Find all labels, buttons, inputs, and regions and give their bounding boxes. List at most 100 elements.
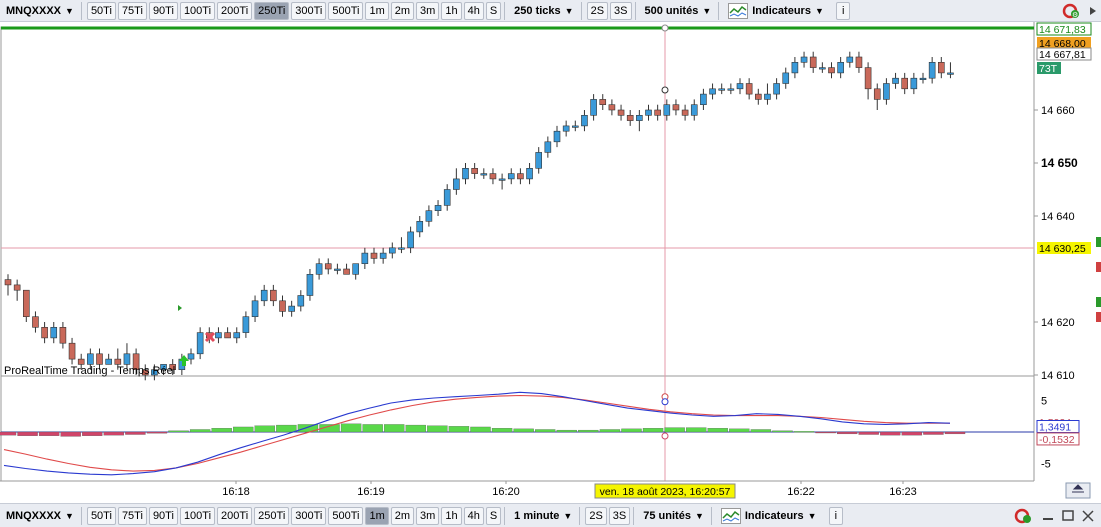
interval-bottom-4h-button[interactable]: 4h: [463, 506, 484, 525]
candle-down: [4, 279, 12, 286]
candle-up: [928, 61, 936, 79]
indicators-button-bottom[interactable]: Indicateurs ▼: [717, 507, 821, 525]
interval-bottom-200Ti-button[interactable]: 200Ti: [217, 506, 253, 525]
candle-up: [123, 353, 131, 365]
minimize-icon[interactable]: [1041, 507, 1055, 525]
symbol-select-bottom[interactable]: MNQXXXX ▼: [2, 507, 78, 525]
interval-bottom-90Ti-button[interactable]: 90Ti: [148, 506, 178, 525]
info-icon[interactable]: i: [836, 1, 851, 20]
ticks-select[interactable]: 250 ticks ▼: [510, 2, 577, 20]
divider: [580, 1, 582, 20]
interval-90Ti-button[interactable]: 90Ti: [148, 1, 178, 20]
interval-100Ti-button[interactable]: 100Ti: [179, 1, 216, 20]
interval-3S-button[interactable]: 3S: [610, 1, 632, 20]
histogram-bar-negative: [0, 431, 17, 436]
time-tick-label: 16:20: [492, 486, 520, 498]
interval-75Ti-button[interactable]: 75Ti: [117, 1, 147, 20]
interval-50Ti-button[interactable]: 50Ti: [86, 1, 116, 20]
chevron-down-icon: ▼: [563, 510, 573, 521]
histogram-bar-positive: [750, 429, 772, 433]
scroll-right-icon[interactable]: [1089, 2, 1097, 20]
candle-down: [745, 83, 753, 95]
candle-down: [809, 56, 817, 68]
chart-area[interactable]: ProRealTime Trading - Temps Réel 14 660 14…: [0, 22, 1101, 503]
minute-select-label: 1 minute: [514, 509, 560, 522]
histogram-bar-positive: [642, 428, 664, 433]
crosshair-price-label: 14 630,25: [1039, 243, 1086, 255]
interval-bottom-100Ti-button[interactable]: 100Ti: [179, 506, 216, 525]
interval-300Ti-button[interactable]: 300Ti: [291, 1, 327, 20]
histogram-bar-positive: [448, 426, 470, 433]
minute-select[interactable]: 1 minute ▼: [510, 507, 576, 525]
interval-90Ti-label: 90Ti: [152, 4, 174, 17]
interval-bottom-1m-button[interactable]: 1m: [365, 506, 389, 525]
candle-up: [690, 104, 698, 116]
chart-svg[interactable]: ProRealTime Trading - Temps Réel 14 660 14…: [0, 22, 1101, 503]
candle-up: [288, 305, 295, 312]
candle-up: [498, 178, 506, 181]
interval-200Ti-button[interactable]: 200Ti: [217, 1, 253, 20]
interval-bottom-50Ti-button[interactable]: 50Ti: [86, 506, 116, 525]
candle-up: [892, 77, 899, 84]
candle-up: [700, 93, 707, 105]
candle-down: [59, 326, 67, 344]
interval-bottom-4h-label: 4h: [467, 509, 480, 522]
candle-up: [544, 141, 552, 153]
maximize-icon[interactable]: [1061, 507, 1075, 525]
indicators-button[interactable]: Indicateurs ▼: [724, 2, 828, 20]
interval-bottom-3m-button[interactable]: 3m: [416, 506, 440, 525]
divider: [579, 506, 581, 525]
histogram-bar-negative: [146, 431, 168, 434]
refresh-settings-icon[interactable]: [1013, 507, 1035, 525]
interval-bottom-1h-button[interactable]: 1h: [441, 506, 462, 525]
refresh-settings-icon[interactable]: ⚙: [1061, 2, 1083, 20]
interval-500Ti-button[interactable]: 500Ti: [328, 1, 364, 20]
interval-3S-button-bottom[interactable]: 3S: [608, 506, 631, 525]
top-toolbar: MNQXXXX ▼ 50Ti 75Ti 90Ti 100Ti 200Ti 250Ti 300…: [0, 0, 1101, 22]
candle-up: [407, 231, 414, 249]
interval-1h-label: 1h: [445, 4, 458, 17]
candle-up: [910, 77, 918, 90]
histogram-bar-positive: [664, 427, 685, 433]
interval-1h-button[interactable]: 1h: [441, 1, 462, 20]
interval-bottom-50Ti-label: 50Ti: [90, 509, 112, 522]
candle-up: [105, 358, 112, 365]
candle-down: [855, 56, 863, 68]
histogram-bar-positive: [793, 431, 815, 433]
edge-indicator: [1096, 262, 1101, 272]
interval-S-button[interactable]: S: [485, 1, 502, 20]
interval-200Ti-label: 200Ti: [221, 4, 249, 17]
interval-2S-button-bottom[interactable]: 2S: [585, 506, 607, 525]
chevron-down-icon: ▼: [814, 5, 824, 16]
interval-1m-button[interactable]: 1m: [365, 1, 389, 20]
histogram-bar-positive: [513, 428, 534, 433]
histogram-bar-positive: [168, 430, 189, 433]
symbol-select[interactable]: MNQXXXX ▼: [2, 2, 78, 20]
histogram-bar-positive: [470, 426, 491, 433]
units-select-bottom[interactable]: 75 unités ▼: [639, 507, 708, 525]
close-icon[interactable]: [1081, 507, 1095, 525]
candle-up: [416, 221, 424, 233]
interval-250Ti-button[interactable]: 250Ti: [254, 1, 290, 20]
ticks-select-label: 250 ticks: [514, 4, 561, 17]
candle-up: [480, 173, 488, 176]
interval-3m-button[interactable]: 3m: [416, 1, 440, 20]
interval-bottom-75Ti-button[interactable]: 75Ti: [117, 506, 147, 525]
candle-up: [718, 88, 726, 91]
interval-bottom-S-button[interactable]: S: [485, 506, 502, 525]
histogram-bar-negative: [944, 431, 966, 435]
interval-2S-button[interactable]: 2S: [586, 1, 609, 20]
units-select[interactable]: 500 unités ▼: [641, 2, 716, 20]
interval-bottom-300Ti-button[interactable]: 300Ti: [291, 506, 327, 525]
divider: [718, 1, 720, 20]
crosshair-marker: [661, 398, 669, 406]
interval-4h-button[interactable]: 4h: [463, 1, 484, 20]
interval-bottom-2m-button[interactable]: 2m: [390, 506, 415, 525]
interval-2m-button[interactable]: 2m: [390, 1, 415, 20]
info-icon[interactable]: i: [828, 506, 843, 525]
crosshair-marker: [661, 432, 669, 440]
divider: [710, 506, 712, 525]
candle-up: [443, 189, 451, 206]
interval-bottom-500Ti-button[interactable]: 500Ti: [328, 506, 364, 525]
interval-bottom-250Ti-button[interactable]: 250Ti: [254, 506, 290, 525]
